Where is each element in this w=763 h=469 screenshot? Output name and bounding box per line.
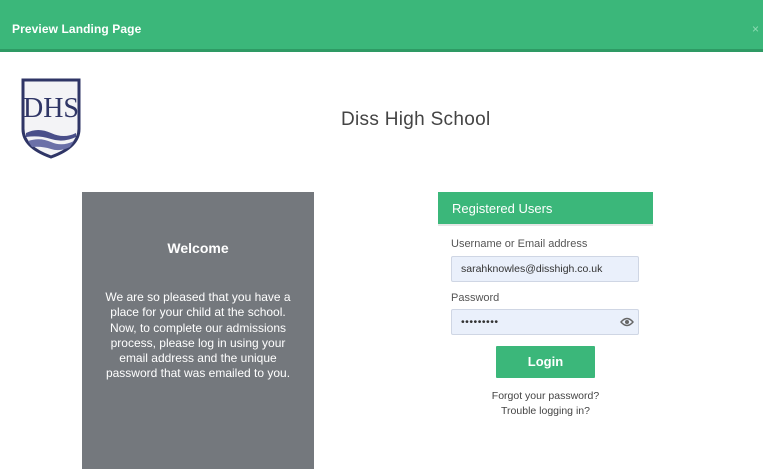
school-name: Diss High School xyxy=(341,109,491,130)
welcome-title: Welcome xyxy=(167,240,229,256)
close-icon[interactable]: × xyxy=(752,22,759,36)
preview-title: Preview Landing Page xyxy=(12,22,142,36)
preview-header-bar: Preview Landing Page × xyxy=(0,0,763,52)
trouble-logging-in-link[interactable]: Trouble logging in? xyxy=(438,405,653,417)
forgot-password-link[interactable]: Forgot your password? xyxy=(438,390,653,402)
crest-text: DHS xyxy=(23,93,79,124)
username-label: Username or Email address xyxy=(451,238,588,250)
welcome-message: We are so pleased that you have a place … xyxy=(105,290,291,381)
registered-users-header: Registered Users xyxy=(438,192,653,224)
header-shadow xyxy=(438,224,653,226)
username-input[interactable]: sarahknowles@disshigh.co.uk xyxy=(451,256,639,282)
welcome-panel: Welcome We are so pleased that you have … xyxy=(82,192,314,469)
show-password-icon[interactable] xyxy=(620,316,634,328)
password-input[interactable]: ••••••••• xyxy=(451,309,639,335)
registered-users-title: Registered Users xyxy=(452,201,553,216)
school-crest-logo: DHS xyxy=(21,78,81,159)
login-button[interactable]: Login xyxy=(496,346,595,378)
password-label: Password xyxy=(451,292,500,304)
header-divider xyxy=(0,49,763,52)
